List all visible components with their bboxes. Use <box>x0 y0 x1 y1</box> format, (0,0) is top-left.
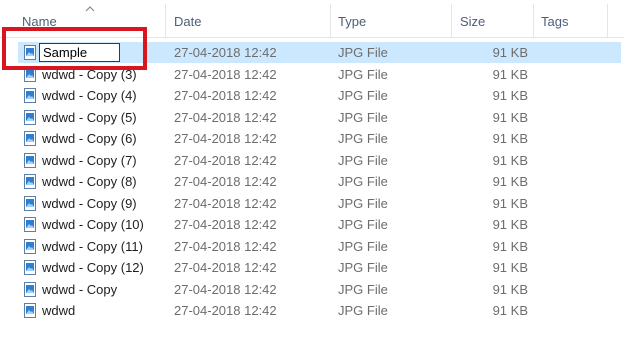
file-name: wdwd - Copy (10) <box>42 217 144 232</box>
file-date: 27-04-2018 12:42 <box>174 196 277 211</box>
file-row[interactable]: wdwd - Copy (12) 27-04-2018 12:42 JPG File… <box>18 257 621 278</box>
jpg-image-file-icon <box>24 239 36 254</box>
file-type: JPG File <box>338 217 388 232</box>
file-name: wdwd - Copy (5) <box>42 110 137 125</box>
file-name: wdwd - Copy (7) <box>42 153 137 168</box>
file-size: 91 KB <box>492 196 528 211</box>
file-date: 27-04-2018 12:42 <box>174 239 277 254</box>
file-name: wdwd - Copy (11) <box>42 239 143 254</box>
file-name: wdwd - Copy (4) <box>42 88 137 103</box>
jpg-image-file-icon <box>24 174 36 189</box>
file-date: 27-04-2018 12:42 <box>174 45 277 60</box>
jpg-image-file-icon <box>24 88 36 103</box>
file-date: 27-04-2018 12:42 <box>174 174 277 189</box>
column-divider[interactable] <box>165 4 166 37</box>
jpg-image-file-icon <box>24 282 36 297</box>
file-type: JPG File <box>338 260 388 275</box>
jpg-image-file-icon <box>24 196 36 211</box>
column-header-size[interactable]: Size <box>460 0 485 37</box>
column-divider[interactable] <box>451 4 452 37</box>
file-row[interactable]: wdwd 27-04-2018 12:42 JPG File 91 KB <box>18 300 621 321</box>
file-type: JPG File <box>338 303 388 318</box>
file-type: JPG File <box>338 196 388 211</box>
file-type: JPG File <box>338 153 388 168</box>
column-divider[interactable] <box>607 4 608 37</box>
file-date: 27-04-2018 12:42 <box>174 153 277 168</box>
file-name: wdwd <box>42 303 76 318</box>
column-header-type[interactable]: Type <box>338 0 366 37</box>
column-divider[interactable] <box>533 4 534 37</box>
file-row[interactable]: wdwd - Copy (5) 27-04-2018 12:42 JPG File 9… <box>18 107 621 128</box>
file-date: 27-04-2018 12:42 <box>174 88 277 103</box>
file-row[interactable]: wdwd - Copy (8) 27-04-2018 12:42 JPG File 9… <box>18 171 621 192</box>
sort-ascending-icon[interactable] <box>85 5 95 13</box>
file-date: 27-04-2018 12:42 <box>174 303 277 318</box>
file-size: 91 KB <box>492 260 528 275</box>
file-size: 91 KB <box>492 303 528 318</box>
jpg-image-file-icon <box>24 153 36 168</box>
file-type: JPG File <box>338 131 388 146</box>
file-type: JPG File <box>338 174 388 189</box>
jpg-image-file-icon <box>24 303 36 318</box>
file-date: 27-04-2018 12:42 <box>174 67 277 82</box>
file-size: 91 KB <box>492 67 528 82</box>
file-name: wdwd - Copy (12) <box>42 260 144 275</box>
jpg-image-file-icon <box>24 217 36 232</box>
file-type: JPG File <box>338 67 388 82</box>
file-type: JPG File <box>338 88 388 103</box>
file-name: wdwd - Copy (9) <box>42 196 137 211</box>
file-size: 91 KB <box>492 217 528 232</box>
file-date: 27-04-2018 12:42 <box>174 217 277 232</box>
file-name: wdwd - Copy (8) <box>42 174 137 189</box>
file-date: 27-04-2018 12:42 <box>174 282 277 297</box>
file-size: 91 KB <box>492 282 528 297</box>
column-header-date[interactable]: Date <box>174 0 201 37</box>
file-size: 91 KB <box>492 110 528 125</box>
file-row[interactable]: wdwd - Copy (9) 27-04-2018 12:42 JPG File 9… <box>18 193 621 214</box>
jpg-image-file-icon <box>24 110 36 125</box>
file-row[interactable]: wdwd - Copy (11) 27-04-2018 12:42 JPG File… <box>18 236 621 257</box>
column-header-tags[interactable]: Tags <box>541 0 568 37</box>
file-row[interactable]: wdwd - Copy 27-04-2018 12:42 JPG File 91 KB <box>18 279 621 300</box>
file-date: 27-04-2018 12:42 <box>174 131 277 146</box>
column-divider[interactable] <box>330 4 331 37</box>
file-size: 91 KB <box>492 88 528 103</box>
file-size: 91 KB <box>492 131 528 146</box>
file-size: 91 KB <box>492 45 528 60</box>
file-type: JPG File <box>338 45 388 60</box>
file-row[interactable]: wdwd - Copy (4) 27-04-2018 12:42 JPG File 9… <box>18 85 621 106</box>
file-type: JPG File <box>338 110 388 125</box>
file-date: 27-04-2018 12:42 <box>174 110 277 125</box>
file-name: wdwd - Copy <box>42 282 118 297</box>
file-date: 27-04-2018 12:42 <box>174 260 277 275</box>
file-type: JPG File <box>338 282 388 297</box>
file-row[interactable]: wdwd - Copy (10) 27-04-2018 12:42 JPG File… <box>18 214 621 235</box>
file-row[interactable]: wdwd - Copy (6) 27-04-2018 12:42 JPG File 9… <box>18 128 621 149</box>
annotation-highlight-box <box>2 27 147 70</box>
file-type: JPG File <box>338 239 388 254</box>
file-size: 91 KB <box>492 174 528 189</box>
file-name: wdwd - Copy (6) <box>42 131 137 146</box>
file-row[interactable]: wdwd - Copy (7) 27-04-2018 12:42 JPG File 9… <box>18 150 621 171</box>
file-size: 91 KB <box>492 239 528 254</box>
jpg-image-file-icon <box>24 260 36 275</box>
jpg-image-file-icon <box>24 131 36 146</box>
file-size: 91 KB <box>492 153 528 168</box>
